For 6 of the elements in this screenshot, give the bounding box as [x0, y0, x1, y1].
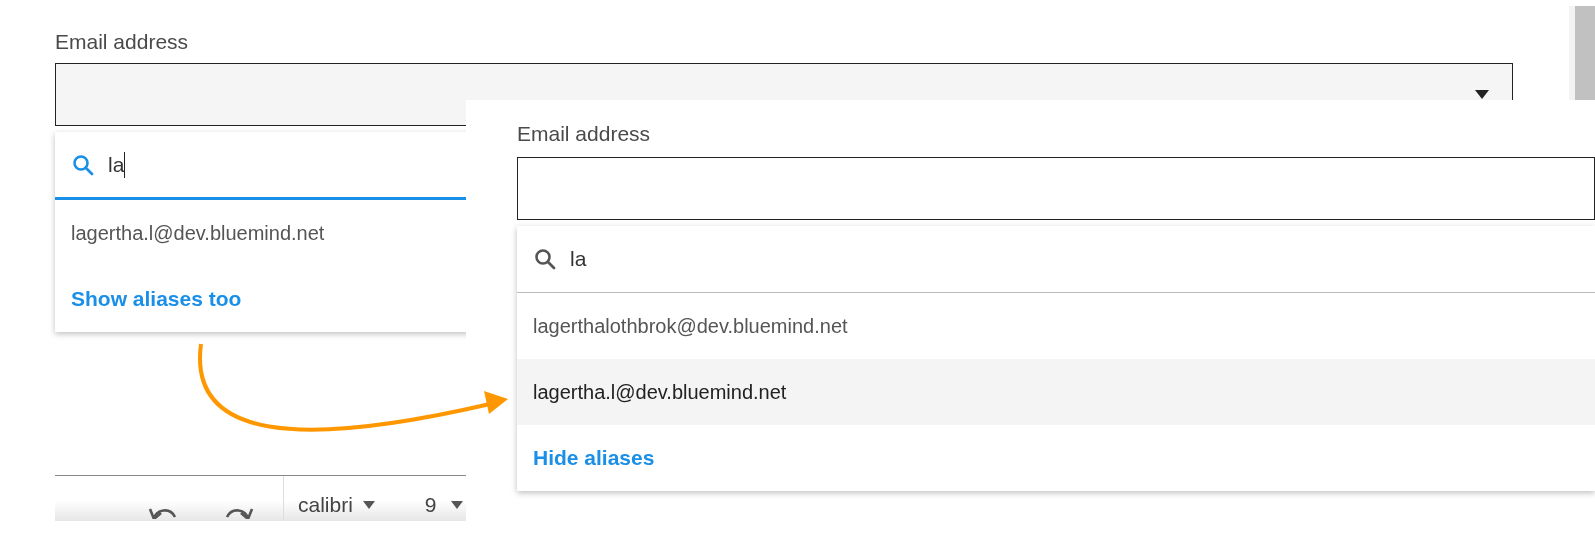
- email-option[interactable]: lagerthalothbrok@dev.bluemind.net: [517, 293, 1595, 359]
- font-select[interactable]: calibri: [298, 493, 375, 517]
- search-field[interactable]: la: [517, 226, 1595, 293]
- email-option[interactable]: lagertha.l@dev.bluemind.net: [517, 359, 1595, 425]
- field-label: Email address: [55, 30, 189, 54]
- font-size-select[interactable]: 9: [424, 493, 463, 517]
